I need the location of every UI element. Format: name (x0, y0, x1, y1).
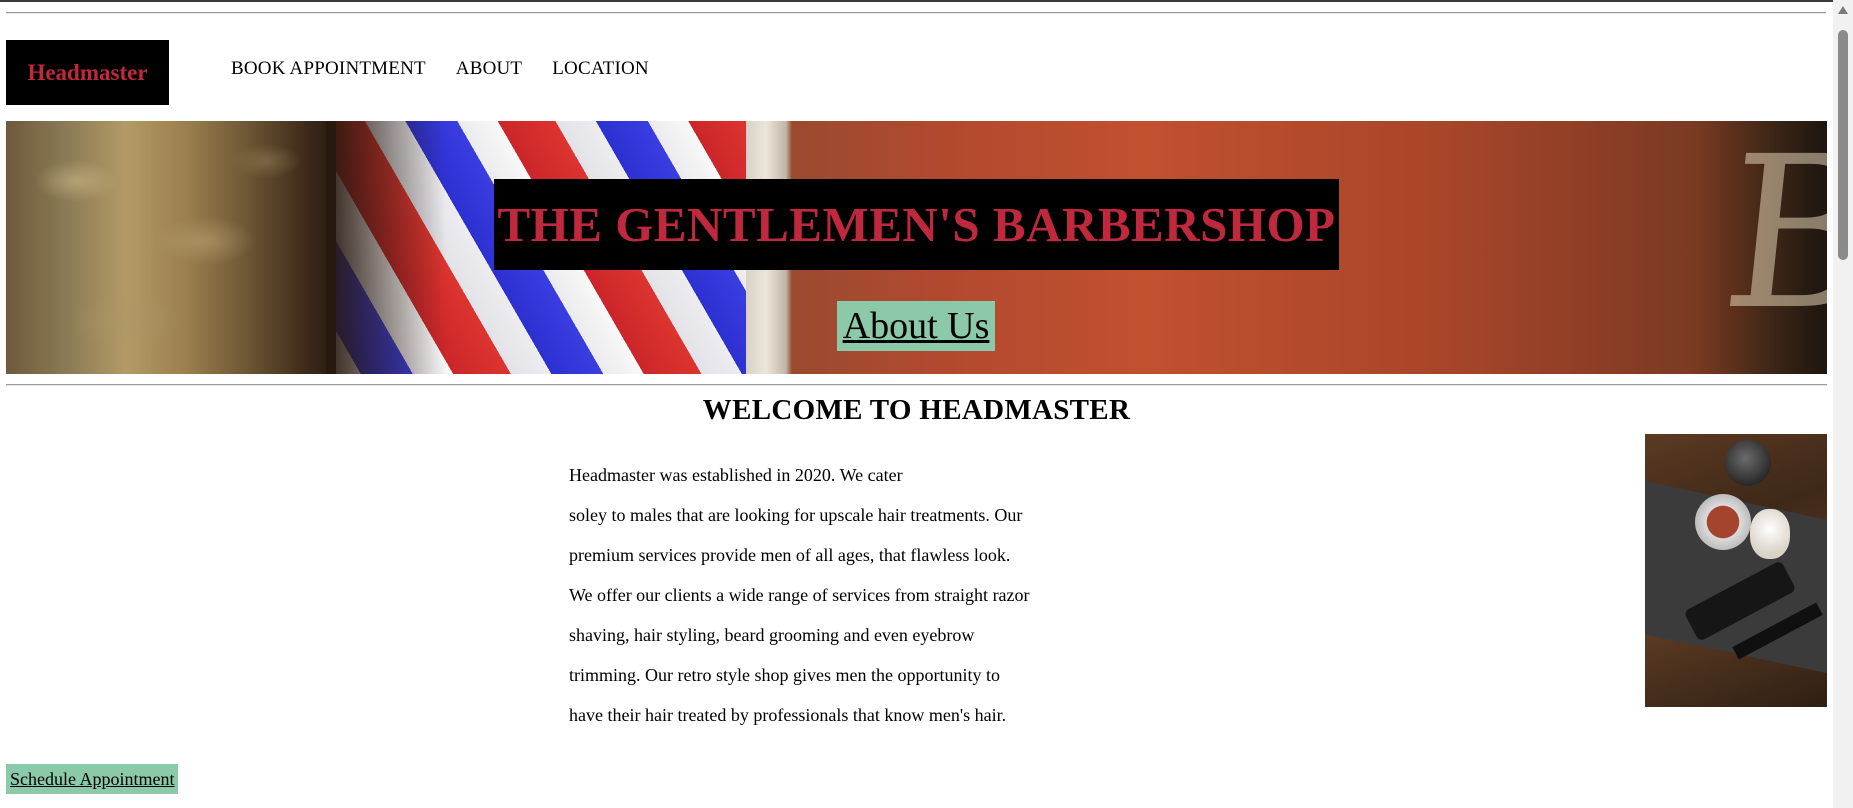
shaving-brush-icon (1750, 509, 1790, 559)
intro-line: have their hair treated by professionals… (569, 705, 1007, 725)
pomade-jar-icon (1725, 440, 1771, 486)
main-nav: BOOK APPOINTMENT ABOUT LOCATION (231, 58, 649, 80)
section-divider (6, 384, 1827, 386)
page: Headmaster BOOK APPOINTMENT ABOUT LOCATI… (0, 0, 1853, 808)
intro-line: We offer our clients a wide range of ser… (569, 585, 1030, 605)
site-logo[interactable]: Headmaster (6, 40, 169, 105)
intro-line: premium services provide men of all ages… (569, 545, 1011, 565)
intro-line: trimming. Our retro style shop gives men… (569, 665, 1000, 685)
schedule-appointment-link[interactable]: Schedule Appointment (6, 764, 179, 794)
window-top-edge (0, 0, 1833, 2)
intro-line: shaving, hair styling, beard grooming an… (569, 625, 975, 645)
scrollbar-thumb[interactable] (1838, 30, 1848, 260)
vertical-scrollbar[interactable] (1833, 0, 1853, 808)
welcome-heading: WELCOME TO HEADMASTER (702, 394, 1131, 426)
nav-about[interactable]: ABOUT (456, 58, 522, 80)
intro-line: soley to males that are looking for upsc… (569, 505, 1023, 525)
about-us-link[interactable]: About Us (837, 301, 995, 351)
nav-book-appointment[interactable]: BOOK APPOINTMENT (231, 58, 426, 80)
wax-jar-icon (1695, 494, 1751, 550)
hero-sign-text: Barber Shop (1713, 121, 1827, 356)
intro-line: Headmaster was established in 2020. We c… (569, 465, 903, 485)
chevron-up-icon[interactable] (1838, 6, 1848, 14)
hero-shade (326, 121, 446, 374)
grooming-products-photo (1645, 434, 1827, 707)
hero-brick-wall (6, 121, 366, 374)
intro-paragraph: Headmaster was established in 2020. We c… (569, 455, 1129, 735)
hero-title: THE GENTLEMEN'S BARBERSHOP (494, 179, 1339, 270)
nav-location[interactable]: LOCATION (552, 58, 649, 80)
top-divider (6, 12, 1826, 14)
